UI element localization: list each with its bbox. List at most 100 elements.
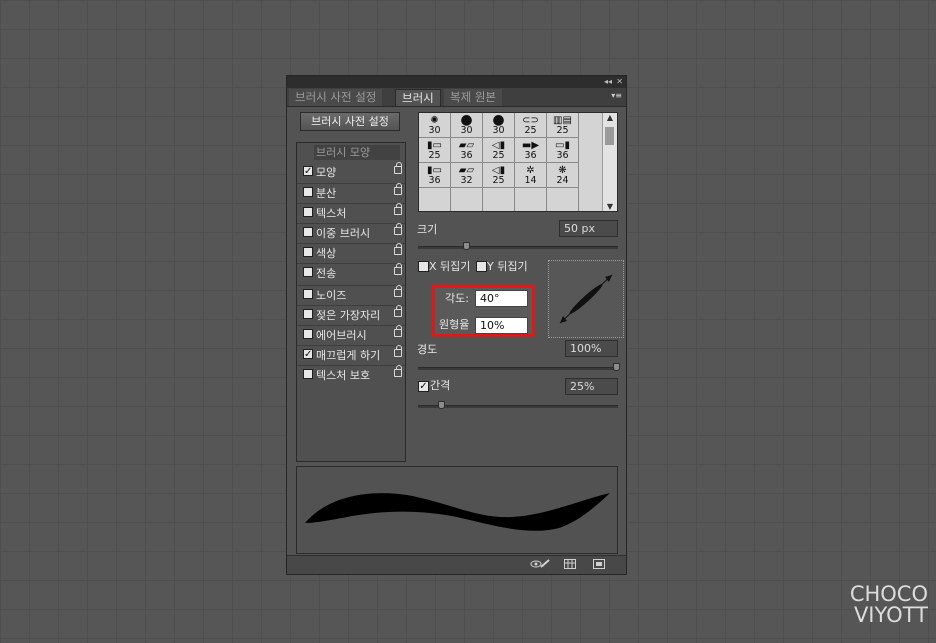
brush-tile[interactable]: ▥▤ 25 <box>547 113 579 138</box>
lock-icon[interactable] <box>394 243 402 255</box>
option-checkbox[interactable] <box>303 267 313 277</box>
option-scattering[interactable]: 분산 <box>297 183 405 202</box>
option-dual-brush[interactable]: 이중 브러시 <box>297 223 405 242</box>
brush-tile[interactable]: ⊂⊃ 25 <box>515 113 547 138</box>
brush-tile[interactable]: ▮▭ 36 <box>419 163 451 188</box>
option-checkbox[interactable] <box>303 369 313 379</box>
spacing-field[interactable]: 25% <box>565 378 618 395</box>
angle-label: 각도: <box>445 292 469 305</box>
option-checkbox[interactable] <box>303 289 313 299</box>
grid-panel-icon[interactable] <box>564 559 576 569</box>
angle-field[interactable]: 40° <box>475 290 528 307</box>
spacing-slider[interactable] <box>418 405 618 408</box>
brush-angle-roundness-widget[interactable] <box>548 260 624 338</box>
option-smoothing[interactable]: ✓ 매끄럽게 하기 <box>297 345 405 364</box>
brush-grid-scrollbar[interactable]: ▲ ▼ <box>602 113 617 211</box>
lock-icon[interactable] <box>394 365 402 377</box>
brush-size-label: 32 <box>460 175 473 186</box>
brush-size-label: 36 <box>460 150 473 161</box>
collapse-icon[interactable]: ◂◂ <box>604 76 612 87</box>
brush-size-label: 25 <box>492 175 505 186</box>
scroll-up-icon[interactable]: ▲ <box>603 113 617 122</box>
brush-tile[interactable] <box>547 188 579 211</box>
option-protect-texture[interactable]: 텍스처 보호 <box>297 365 405 384</box>
brush-tile[interactable] <box>419 188 451 211</box>
lock-icon[interactable] <box>394 223 402 235</box>
spacing-slider-knob[interactable] <box>438 401 445 409</box>
option-label: 노이즈 <box>316 289 347 302</box>
brush-size-label: 25 <box>428 150 441 161</box>
hardness-field[interactable]: 100% <box>565 340 618 357</box>
brush-tile[interactable]: ▬▶ 36 <box>515 138 547 163</box>
option-checkbox[interactable] <box>303 309 313 319</box>
option-label: 젖은 가장자리 <box>316 309 381 322</box>
option-label: 모양 <box>316 166 337 179</box>
brush-tile[interactable] <box>483 188 515 211</box>
lock-icon[interactable] <box>394 305 402 317</box>
close-icon[interactable]: ✕ <box>616 76 623 87</box>
brush-size-label: 30 <box>460 125 473 136</box>
option-label: 전송 <box>316 267 337 280</box>
brush-tile[interactable]: ◁▮ 25 <box>483 138 515 163</box>
option-wet-edges[interactable]: 젖은 가장자리 <box>297 305 405 324</box>
brush-tile[interactable]: ● 30 <box>483 113 515 138</box>
size-slider-knob[interactable] <box>463 242 470 250</box>
option-checkbox[interactable] <box>303 247 313 257</box>
brush-tile[interactable] <box>515 188 547 211</box>
eye-brush-icon[interactable] <box>530 559 550 569</box>
brush-size-label: 25 <box>524 125 537 136</box>
option-checkbox[interactable] <box>303 329 313 339</box>
panel-menu-icon[interactable]: ▾≡ <box>611 91 622 100</box>
brush-tile[interactable]: ◁▮ 25 <box>483 163 515 188</box>
lock-icon[interactable] <box>394 285 402 297</box>
size-field[interactable]: 50 px <box>559 220 618 237</box>
brush-size-label: 25 <box>556 125 569 136</box>
option-checkbox[interactable] <box>303 227 313 237</box>
tab-clone-source[interactable]: 복제 원본 <box>444 89 502 106</box>
tab-bar: 브러시 사전 설정 브러시 복제 원본 ▾≡ <box>287 88 626 107</box>
option-checkbox[interactable]: ✓ <box>303 166 313 177</box>
tab-brush[interactable]: 브러시 <box>395 89 441 106</box>
spacing-label: 간격 <box>430 379 451 392</box>
lock-icon[interactable] <box>394 183 402 195</box>
brush-tile[interactable]: ● 30 <box>451 113 483 138</box>
lock-icon[interactable] <box>394 345 402 357</box>
option-texture[interactable]: 텍스처 <box>297 203 405 222</box>
brush-tile[interactable]: ▰▱ 36 <box>451 138 483 163</box>
size-slider[interactable] <box>418 246 618 249</box>
spacing-checkbox[interactable]: ✓ <box>418 381 429 392</box>
lock-icon[interactable] <box>394 203 402 215</box>
brush-stroke-preview <box>296 466 618 554</box>
brush-size-label: 25 <box>492 150 505 161</box>
brush-presets-button[interactable]: 브러시 사전 설정 <box>300 112 400 131</box>
option-color-dynamics[interactable]: 색상 <box>297 243 405 262</box>
watermark-logo: CHOCO VIYOTT <box>850 584 928 626</box>
roundness-field[interactable]: 10% <box>475 317 528 334</box>
scroll-thumb[interactable] <box>605 127 614 145</box>
brush-tile[interactable]: ▰▱ 32 <box>451 163 483 188</box>
brush-tip-shape-header[interactable]: 브러시 모양 <box>314 145 400 160</box>
brush-tile[interactable]: ▮▭ 25 <box>419 138 451 163</box>
brush-tile[interactable] <box>451 188 483 211</box>
option-checkbox[interactable] <box>303 207 313 217</box>
lock-icon[interactable] <box>394 162 402 174</box>
hardness-slider-knob[interactable] <box>613 363 620 371</box>
option-noise[interactable]: 노이즈 <box>297 285 405 304</box>
brush-tile[interactable]: ▭▮ 36 <box>547 138 579 163</box>
brush-tile[interactable]: ❋ 24 <box>547 163 579 188</box>
brush-tile[interactable]: ✺ 30 <box>419 113 451 138</box>
tab-brush-presets[interactable]: 브러시 사전 설정 <box>289 89 383 106</box>
hardness-slider[interactable] <box>418 367 618 370</box>
lock-icon[interactable] <box>394 325 402 337</box>
option-transfer[interactable]: 전송 <box>297 263 405 282</box>
flip-y-checkbox[interactable] <box>476 261 487 272</box>
new-preset-icon[interactable] <box>593 559 605 569</box>
brush-tile[interactable]: ✲ 14 <box>515 163 547 188</box>
option-checkbox[interactable] <box>303 187 313 197</box>
option-airbrush[interactable]: 에어브러시 <box>297 325 405 344</box>
option-checkbox[interactable]: ✓ <box>303 349 313 360</box>
scroll-down-icon[interactable]: ▼ <box>603 202 617 211</box>
option-shape-dynamics[interactable]: ✓ 모양 <box>297 162 405 181</box>
flip-x-checkbox[interactable] <box>418 261 429 272</box>
lock-icon[interactable] <box>394 263 402 275</box>
